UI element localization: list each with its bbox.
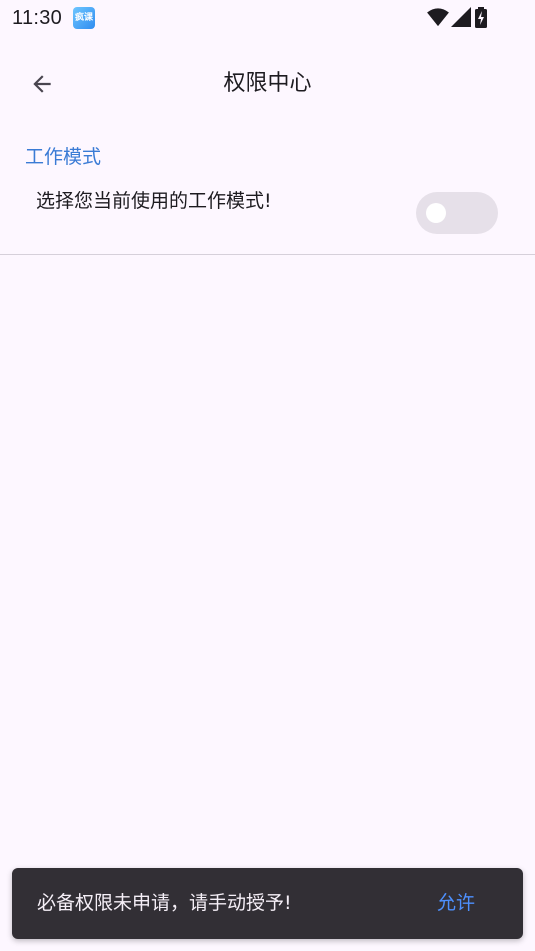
section-header-work-mode: 工作模式 xyxy=(25,146,102,168)
page-title: 权限中心 xyxy=(223,71,312,96)
switch-thumb xyxy=(426,203,446,223)
battery-charging-icon xyxy=(475,7,487,28)
status-bar: 11:30 疯课 xyxy=(0,0,535,36)
app-bar: 权限中心 xyxy=(0,48,535,120)
app-notification-icon: 疯课 xyxy=(73,7,95,29)
system-icons xyxy=(427,7,497,29)
work-mode-setting-label: 选择您当前使用的工作模式! xyxy=(36,190,272,212)
snackbar: 必备权限未申请，请手动授予! 允许 xyxy=(12,868,523,939)
cellular-signal-icon xyxy=(451,7,471,27)
wifi-icon xyxy=(427,8,449,27)
snackbar-message: 必备权限未申请，请手动授予! xyxy=(37,892,292,914)
work-mode-setting-row[interactable]: 选择您当前使用的工作模式! xyxy=(0,176,535,254)
divider xyxy=(0,254,535,255)
snackbar-allow-button[interactable]: 允许 xyxy=(437,868,475,939)
work-mode-switch[interactable] xyxy=(416,192,498,234)
status-time: 11:30 xyxy=(12,7,63,29)
